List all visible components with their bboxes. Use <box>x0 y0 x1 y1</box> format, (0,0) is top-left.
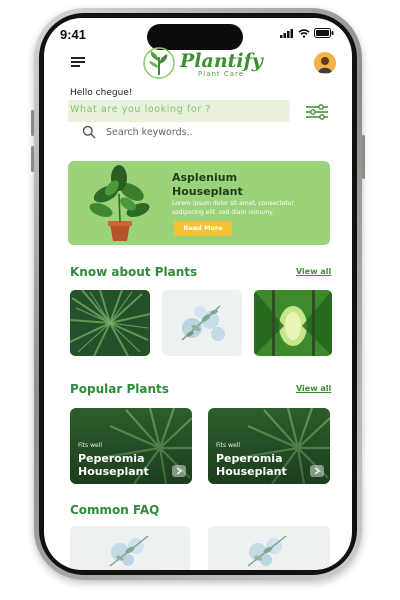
status-time: 9:41 <box>60 27 87 42</box>
section-title-know: Know about Plants <box>70 265 198 279</box>
forest-image <box>254 290 332 356</box>
signal-icon <box>280 28 293 38</box>
avatar[interactable] <box>314 52 336 74</box>
banner-title-line1: Asplenium <box>172 171 238 184</box>
wifi-icon <box>298 28 310 38</box>
greeting-text: Hello chegue! <box>70 88 133 98</box>
banner-title: Asplenium Houseplant <box>172 171 243 199</box>
side-button <box>31 110 34 136</box>
search-icon <box>82 125 96 139</box>
status-icons <box>280 28 334 38</box>
know-tile-2[interactable] <box>162 290 242 356</box>
side-button <box>362 135 365 179</box>
banner-title-line2: Houseplant <box>172 185 243 198</box>
avatar-icon <box>314 52 336 74</box>
app-logo-text: Plantify <box>180 50 263 72</box>
card-badge: Fits well <box>216 442 240 449</box>
search-input[interactable]: Search keywords.. <box>106 127 193 138</box>
card-title-line2: Houseplant <box>78 465 149 478</box>
popular-card-2[interactable]: Fits well Peperomia Houseplant <box>208 408 330 484</box>
card-title-line1: Peperomia <box>78 452 145 465</box>
section-title-popular: Popular Plants <box>70 382 169 396</box>
battery-icon <box>314 28 334 38</box>
app-screen: 9:41 Plantify Plant Care Hello chegue! W… <box>44 18 352 570</box>
read-more-button[interactable]: Read More <box>174 221 232 236</box>
know-tile-3[interactable] <box>254 290 332 356</box>
know-tile-1[interactable] <box>70 290 150 356</box>
arrow-right-icon[interactable] <box>172 465 186 477</box>
view-all-popular-link[interactable]: View all <box>296 384 331 393</box>
faq-card-1[interactable] <box>70 526 190 570</box>
section-title-faq: Common FAQ <box>70 503 160 517</box>
card-title-line1: Peperomia <box>216 452 283 465</box>
popular-card-1[interactable]: Fits well Peperomia Houseplant <box>70 408 192 484</box>
palm-leaves-image <box>70 290 150 356</box>
faq-card-2[interactable] <box>208 526 330 570</box>
arrow-right-icon[interactable] <box>310 465 324 477</box>
banner-description: Lorem ipsum dolor sit amet, consectetur … <box>172 200 295 216</box>
eucalyptus-faq-image <box>208 526 330 570</box>
view-all-know-link[interactable]: View all <box>296 267 331 276</box>
leaf-logo-icon <box>143 47 175 79</box>
potted-plant-image <box>89 165 150 241</box>
card-title: Peperomia Houseplant <box>216 452 287 478</box>
card-badge: Fits well <box>78 442 102 449</box>
eucalyptus-image <box>162 290 242 356</box>
card-title: Peperomia Houseplant <box>78 452 149 478</box>
side-button <box>31 146 34 172</box>
card-title-line2: Houseplant <box>216 465 287 478</box>
app-tagline: Plant Care <box>198 70 245 78</box>
menu-icon[interactable] <box>71 57 85 67</box>
filter-icon[interactable] <box>306 104 328 120</box>
question-text: What are you looking for ? <box>70 104 212 115</box>
eucalyptus-faq-image <box>70 526 190 570</box>
